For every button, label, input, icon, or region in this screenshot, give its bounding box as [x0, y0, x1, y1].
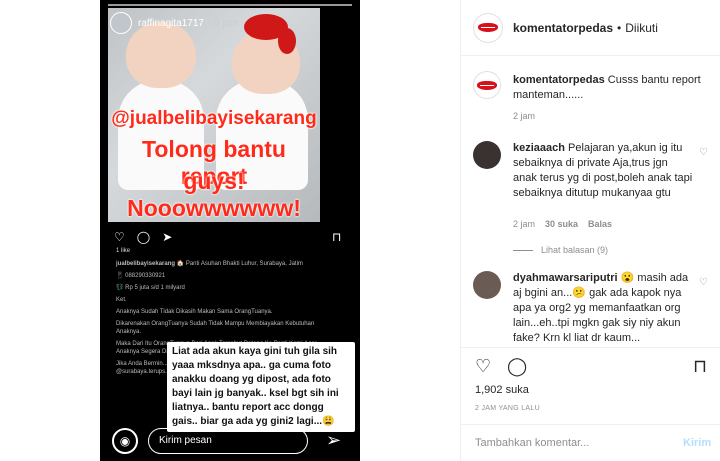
- comment-time: 2 jam: [513, 219, 536, 229]
- comment-like-heart-icon[interactable]: ♡: [699, 277, 708, 288]
- story-username[interactable]: raffinagita1717: [138, 18, 204, 29]
- story-avatar[interactable]: [110, 12, 132, 34]
- add-comment-input[interactable]: Tambahkan komentar...: [475, 437, 589, 449]
- comment-bubble-icon[interactable]: ◯: [507, 356, 527, 377]
- embedded-caption-ket: Ket.: [116, 297, 127, 303]
- reply-button[interactable]: Balas: [588, 219, 612, 229]
- comment-text-block: dyahmawarsariputri 😮 masih ada aj bgini …: [513, 271, 693, 346]
- post-comment-button[interactable]: Kirim: [683, 437, 711, 449]
- post-timestamp: 2 JAM YANG LALU: [475, 405, 540, 412]
- account-username[interactable]: komentatorpedas: [513, 21, 613, 35]
- story-screenshot: @jualbelibayisekarang Tolong bantu repor…: [100, 0, 360, 461]
- bookmark-icon[interactable]: ⊓: [693, 356, 707, 377]
- camera-icon[interactable]: ◉: [112, 428, 138, 454]
- embedded-post-actions: ♡ ◯ ➤ ⊓: [114, 230, 341, 244]
- send-icon[interactable]: ➢: [326, 430, 341, 451]
- caption-time: 2 jam: [513, 111, 536, 121]
- story-time: 6 jam: [213, 17, 239, 29]
- post-panel: komentatorpedas • Diikuti komentatorpeda…: [460, 0, 720, 461]
- overlay-account-handle: @jualbelibayisekarang: [111, 108, 317, 129]
- red-bow-tail: [278, 28, 296, 54]
- comment-username[interactable]: keziaaach: [513, 142, 565, 154]
- account-avatar[interactable]: [473, 12, 503, 43]
- comment-meta: 2 jam 30 suka Balas: [513, 219, 612, 229]
- comment-icon: ◯: [136, 230, 151, 244]
- embedded-caption-phone: 📱 088290330921: [116, 273, 166, 279]
- replies-line: [513, 249, 533, 251]
- caption-username[interactable]: komentatorpedas: [513, 74, 605, 86]
- comment-likes[interactable]: 30 suka: [545, 219, 578, 229]
- share-icon: ➤: [162, 230, 173, 244]
- comment-avatar[interactable]: [473, 141, 501, 169]
- embedded-caption-p2: Dikarenakan OrangTuanya Sudah Tidak Mamp…: [116, 321, 315, 335]
- view-replies-label[interactable]: Lihat balasan (9): [541, 245, 608, 255]
- story-header: raffinagita1717 6 jam: [110, 12, 238, 34]
- post-header: komentatorpedas • Diikuti: [461, 0, 720, 56]
- caption-avatar[interactable]: [473, 71, 501, 99]
- overlay-plea-text: guys! Nooowwwwww!: [127, 168, 301, 221]
- caption-text-block: komentatorpedas Cusss bantu report mante…: [513, 73, 709, 103]
- story-progress-bar: [108, 4, 352, 6]
- lips-logo-icon: [477, 80, 497, 90]
- comment-avatar[interactable]: [473, 271, 501, 299]
- babies-photo: @jualbelibayisekarang Tolong bantu repor…: [108, 8, 320, 222]
- caption-meta: 2 jam: [513, 111, 535, 121]
- comment-like-heart-icon[interactable]: ♡: [699, 147, 708, 158]
- story-text-sticker: Liat ada akun kaya gini tuh gila sih yaa…: [167, 342, 355, 432]
- lips-logo-icon: [478, 23, 498, 32]
- embedded-caption-user: jualbelibayisekarang: [116, 261, 176, 267]
- comment-text-cut: Krn kl liat dr kaum...: [542, 332, 641, 344]
- follow-status-button[interactable]: Diikuti: [625, 21, 658, 35]
- bookmark-icon: ⊓: [332, 230, 342, 244]
- view-replies[interactable]: Lihat balasan (9): [513, 245, 608, 255]
- comment-text-block: keziaaach Pelajaran ya,akun ig itu sebai…: [513, 141, 693, 201]
- embedded-caption-price: 💱 Rp 5 juta s/d 1 milyard: [116, 285, 185, 291]
- embedded-caption-p1: Anaknya Sudah Tidak Dikasih Makan Sama O…: [116, 309, 273, 315]
- add-comment-bar: Tambahkan komentar... Kirim: [461, 424, 720, 461]
- comment-username[interactable]: dyahmawarsariputri: [513, 272, 618, 284]
- comments-list[interactable]: komentatorpedas Cusss bantu report mante…: [461, 57, 720, 347]
- story-message-input[interactable]: Kirim pesan: [148, 428, 308, 454]
- like-heart-icon[interactable]: ♡: [475, 356, 491, 377]
- embedded-caption-location: 🏠 Panti Asuhan Bhakti Luhur, Surabaya, J…: [176, 261, 303, 267]
- heart-icon: ♡: [114, 230, 125, 244]
- embedded-like-count: 1 like: [116, 248, 131, 254]
- story-reply-bar: ◉ Kirim pesan ➢: [108, 428, 352, 454]
- like-count[interactable]: 1,902 suka: [475, 384, 529, 396]
- post-actions: ♡ ◯ ⊓ 1,902 suka 2 JAM YANG LALU Tambahk…: [461, 347, 720, 461]
- post-media: @jualbelibayisekarang Tolong bantu repor…: [0, 0, 460, 461]
- separator-dot: •: [617, 20, 622, 35]
